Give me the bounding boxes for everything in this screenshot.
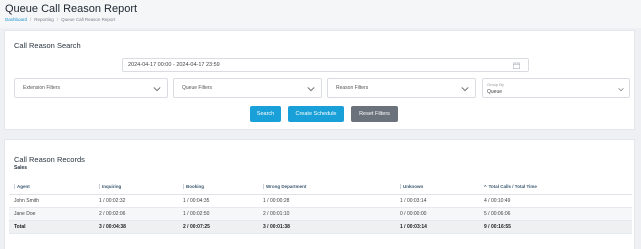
group-by-value: Queue: [487, 89, 503, 95]
total-label: Total: [9, 220, 94, 234]
column-header-inquiring[interactable]: Inquiring: [94, 180, 178, 195]
table-row: John Smith 1 / 00:02:32 1 / 00:04:35 1 /…: [9, 194, 632, 208]
table-header-row: Agent Inquiring Booking Wrong Department…: [9, 180, 632, 195]
cell-inquiring: 1 / 00:02:32: [94, 194, 178, 208]
sort-asc-icon[interactable]: ^: [484, 184, 487, 189]
table-row: Jane Doe 2 / 00:02:06 1 / 00:02:50 2 / 0…: [9, 207, 632, 221]
cell-wrong-department: 2 / 00:01:10: [258, 207, 395, 221]
reset-filters-button[interactable]: Reset Filters: [351, 106, 398, 122]
breadcrumb-reporting[interactable]: Reporting: [34, 17, 54, 23]
total-wrong-department: 3 / 00:01:38: [258, 220, 395, 234]
page-header: Queue Call Reason Report Dashboard / Rep…: [0, 0, 641, 28]
cell-booking: 1 / 00:02:50: [178, 207, 258, 221]
search-button[interactable]: Search: [250, 106, 281, 122]
chevron-down-icon: [461, 87, 469, 92]
cell-total: 5 / 00:06:06: [479, 207, 632, 221]
calendar-icon[interactable]: [513, 62, 520, 69]
column-header-agent[interactable]: Agent: [9, 180, 94, 195]
column-header-wrong-department[interactable]: Wrong Department: [258, 180, 395, 195]
cell-wrong-department: 1 / 00:00:28: [258, 194, 395, 208]
extension-filters-label: Extension Filters: [23, 85, 60, 91]
cell-agent: Jane Doe: [9, 207, 94, 221]
cell-inquiring: 2 / 00:02:06: [94, 207, 178, 221]
cell-unknown: 1 / 00:03:14: [395, 194, 479, 208]
records-card: Call Reason Records Sales Agent Inquirin…: [4, 139, 635, 249]
breadcrumb-separator: /: [30, 17, 32, 22]
breadcrumb-current: Queue Call Reason Report: [61, 17, 116, 22]
chevron-down-icon: [153, 87, 161, 92]
total-booking: 2 / 00:07:25: [178, 220, 258, 234]
page-title: Queue Call Reason Report: [5, 3, 138, 15]
cell-unknown: 0 / 00:00:00: [395, 207, 479, 221]
breadcrumb-dashboard[interactable]: Dashboard: [5, 17, 27, 23]
reason-filters-label: Reason Filters: [336, 85, 369, 91]
column-header-total[interactable]: ^ Total Calls / Total Time: [479, 180, 632, 195]
breadcrumb-separator: /: [56, 17, 59, 22]
date-range-value: 2024-04-17 00:00 - 2024-04-17 23:59: [128, 62, 220, 68]
chevron-down-icon: [307, 87, 315, 92]
reason-filters-select[interactable]: Reason Filters: [327, 78, 476, 98]
cell-agent: John Smith: [9, 194, 94, 208]
extension-filters-select[interactable]: Extension Filters: [14, 78, 168, 98]
search-card-title: Call Reason Search: [14, 41, 81, 50]
group-by-label: Group By: [487, 82, 504, 87]
records-title: Call Reason Records: [14, 155, 85, 164]
records-subtitle: Sales: [14, 165, 28, 171]
records-table: Agent Inquiring Booking Wrong Department…: [9, 180, 632, 234]
group-by-select[interactable]: Group By Queue: [482, 78, 630, 98]
cell-booking: 1 / 00:04:35: [178, 194, 258, 208]
queue-filters-label: Queue Filters: [182, 85, 213, 91]
create-schedule-button[interactable]: Create Schedule: [288, 106, 344, 122]
total-inquiring: 3 / 00:04:38: [94, 220, 178, 234]
cell-total: 4 / 00:10:49: [479, 194, 632, 208]
total-unknown: 1 / 00:03:14: [395, 220, 479, 234]
column-header-booking[interactable]: Booking: [178, 180, 258, 195]
column-header-unknown[interactable]: Unknown: [395, 180, 479, 195]
table-total-row: Total 3 / 00:04:38 2 / 00:07:25 3 / 00:0…: [9, 220, 632, 234]
breadcrumb: Dashboard / Reporting / Queue Call Reaso…: [5, 17, 641, 23]
queue-filters-select[interactable]: Queue Filters: [173, 78, 322, 98]
total-total: 9 / 00:16:55: [479, 220, 632, 234]
chevron-down-icon: [618, 88, 624, 92]
date-range-input[interactable]: 2024-04-17 00:00 - 2024-04-17 23:59: [122, 58, 529, 72]
search-card: Call Reason Search 2024-04-17 00:00 - 20…: [4, 30, 635, 130]
